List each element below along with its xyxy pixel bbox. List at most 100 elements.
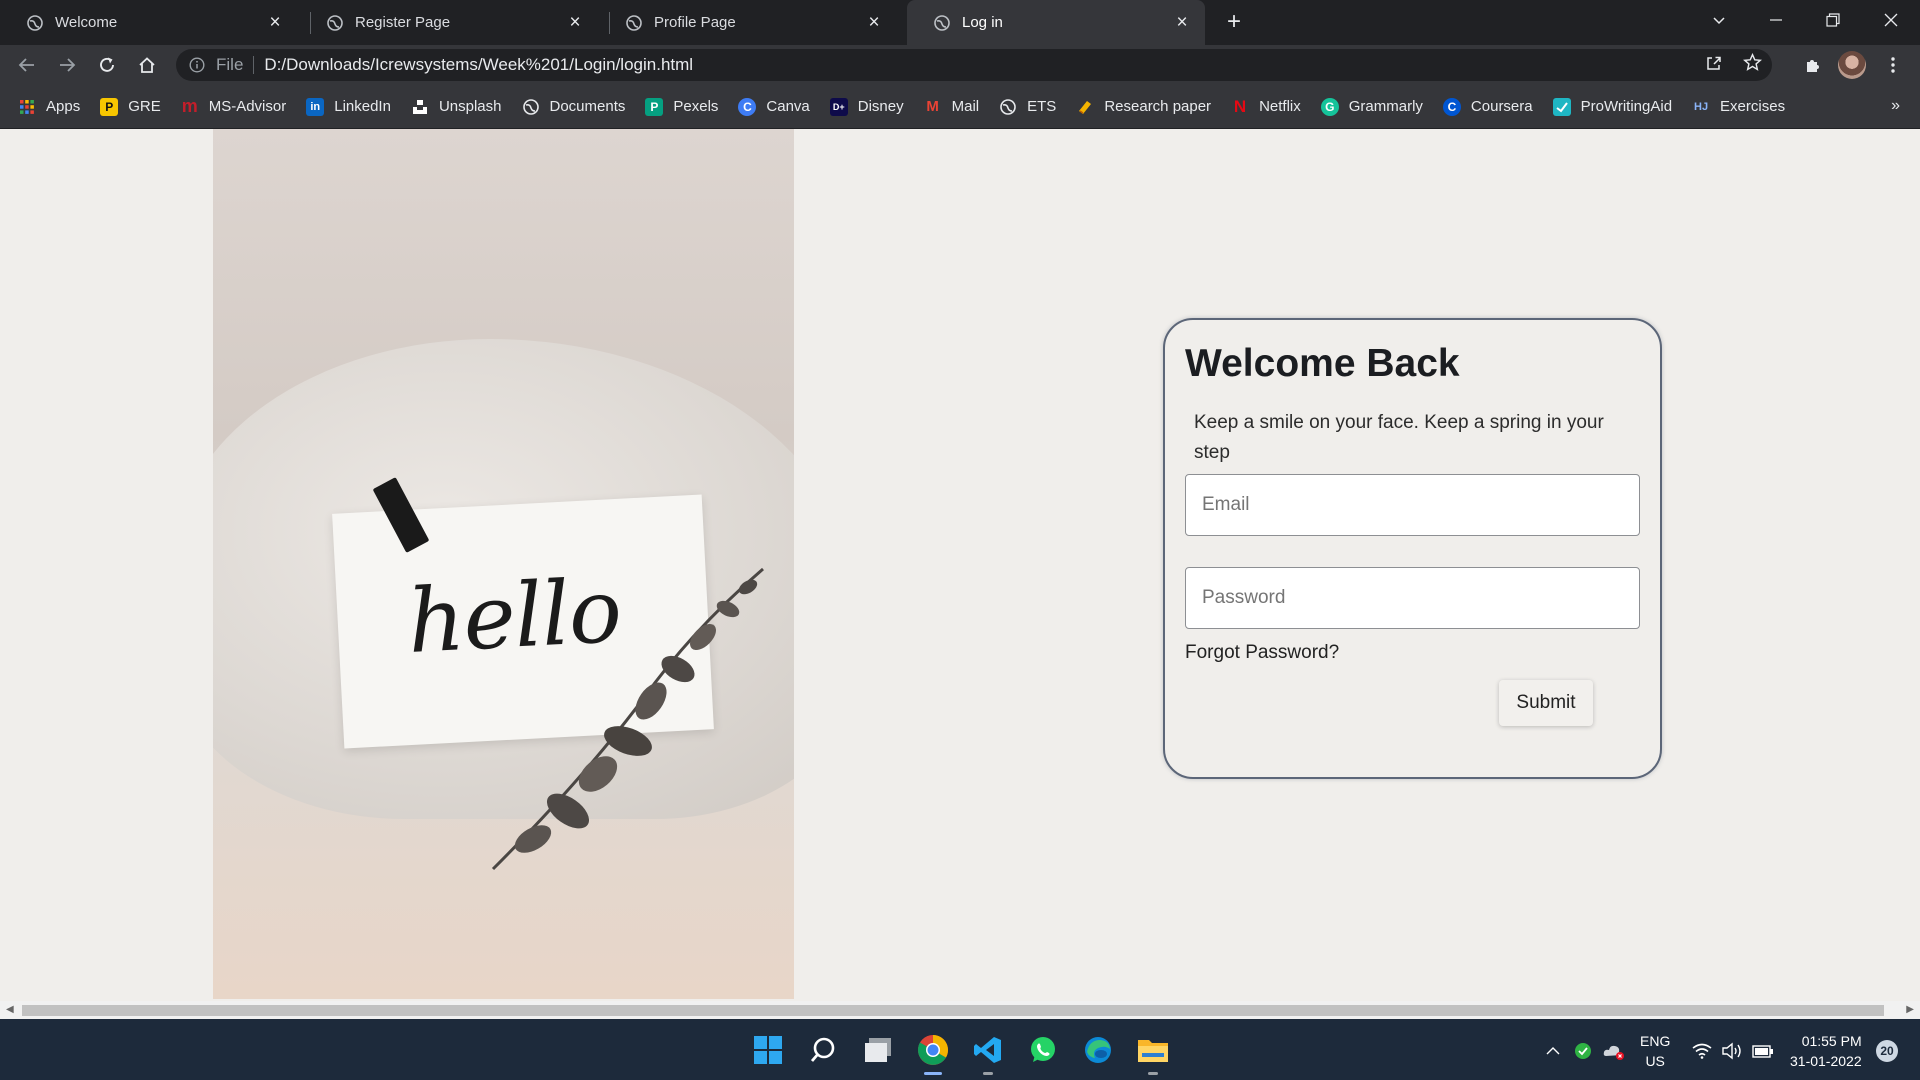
windows-start-icon[interactable]	[749, 1031, 787, 1069]
canva-icon: C	[738, 97, 757, 116]
bookmark-label: Coursera	[1470, 98, 1533, 115]
scroll-left-icon[interactable]: ◀	[6, 1004, 14, 1015]
forgot-password-link[interactable]: Forgot Password?	[1185, 642, 1339, 664]
unsplash-icon	[411, 98, 429, 116]
bookmark-canva[interactable]: C Canva	[738, 97, 810, 116]
prowritingaid-icon	[1552, 97, 1571, 116]
close-icon[interactable]: ×	[562, 10, 588, 36]
close-icon	[1884, 13, 1898, 27]
globe-icon	[522, 98, 540, 116]
close-icon[interactable]: ×	[262, 10, 288, 36]
menu-button[interactable]	[1877, 49, 1909, 81]
back-button[interactable]	[11, 49, 43, 81]
netflix-icon: N	[1233, 96, 1247, 116]
bookmark-pexels[interactable]: P Pexels	[645, 97, 718, 116]
bookmark-unsplash[interactable]: Unsplash	[411, 98, 502, 116]
globe-icon	[27, 14, 43, 31]
whatsapp-icon[interactable]	[1024, 1031, 1062, 1069]
horizontal-scrollbar[interactable]: ◀ ▶	[0, 1001, 1920, 1019]
bookmark-label: Documents	[549, 98, 626, 115]
security-shield-icon[interactable]	[1566, 1032, 1600, 1070]
bookmark-netflix[interactable]: N Netflix	[1231, 96, 1301, 116]
home-button[interactable]	[131, 49, 163, 81]
chrome-icon[interactable]	[914, 1031, 952, 1075]
bookmark-label: Disney	[857, 98, 904, 115]
coursera-icon: C	[1442, 97, 1461, 116]
bookmark-ms-advisor[interactable]: m MS-Advisor	[181, 96, 287, 116]
forward-arrow-icon	[60, 58, 76, 72]
onedrive-error-icon[interactable]	[1597, 1032, 1631, 1070]
search-icon[interactable]	[804, 1031, 842, 1069]
bookmark-exercises[interactable]: HJ Exercises	[1692, 98, 1785, 116]
vscode-icon[interactable]	[969, 1031, 1007, 1075]
bookmark-prowritingaid[interactable]: ProWritingAid	[1552, 97, 1673, 116]
wifi-icon[interactable]	[1685, 1032, 1719, 1070]
scheme-label: File	[216, 55, 244, 74]
extensions-button[interactable]	[1797, 49, 1829, 81]
divider	[253, 56, 255, 74]
tab-label: Profile Page	[654, 14, 736, 31]
bookmark-apps[interactable]: Apps	[18, 98, 80, 116]
scrollbar-thumb[interactable]	[22, 1005, 1884, 1016]
share-icon[interactable]	[1705, 54, 1723, 77]
new-tab-button[interactable]: +	[1219, 7, 1249, 37]
restore-icon	[1826, 13, 1840, 27]
file-explorer-icon[interactable]	[1134, 1031, 1172, 1075]
volume-icon[interactable]	[1715, 1032, 1749, 1070]
globe-icon	[999, 98, 1017, 116]
tab-label: Log in	[962, 14, 1003, 31]
bookmark-coursera[interactable]: C Coursera	[1442, 97, 1533, 116]
browser-toolbar: File D:/Downloads/Icrewsystems/Week%201/…	[0, 45, 1920, 85]
close-window-button[interactable]	[1868, 0, 1914, 40]
chevron-down-icon	[1713, 17, 1725, 25]
login-subtitle: Keep a smile on your face. Keep a spring…	[1194, 412, 1604, 463]
scroll-right-icon[interactable]: ▶	[1906, 1004, 1914, 1015]
email-input[interactable]	[1185, 474, 1640, 536]
bookmark-label: LinkedIn	[334, 98, 391, 115]
task-view-icon[interactable]	[859, 1031, 897, 1069]
bookmark-label: Exercises	[1720, 98, 1786, 115]
close-icon[interactable]: ×	[861, 10, 887, 36]
bookmark-gre[interactable]: P GRE	[100, 97, 161, 116]
login-card: Welcome Back Keep a smile on your face. …	[1163, 318, 1662, 779]
bookmarks-bar: Apps P GRE m MS-Advisor in LinkedIn Unsp…	[0, 85, 1920, 129]
bookmark-research-paper[interactable]: Research paper	[1076, 98, 1211, 116]
tab-log-in[interactable]: Log in ×	[907, 0, 1205, 45]
exercises-icon: HJ	[1694, 100, 1709, 113]
close-icon[interactable]: ×	[1169, 10, 1195, 36]
edge-icon[interactable]	[1079, 1031, 1117, 1069]
avatar[interactable]	[1838, 51, 1866, 79]
more-bookmarks-icon[interactable]: »	[1891, 97, 1900, 115]
bookmark-mail[interactable]: M Mail	[924, 98, 980, 116]
bookmark-grammarly[interactable]: G Grammarly	[1320, 97, 1423, 116]
address-bar[interactable]: File D:/Downloads/Icrewsystems/Week%201/…	[176, 49, 1772, 81]
forward-button[interactable]	[51, 49, 83, 81]
restore-button[interactable]	[1810, 0, 1856, 40]
bookmark-linkedin[interactable]: in LinkedIn	[306, 97, 391, 116]
tab-welcome[interactable]: Welcome ×	[0, 0, 298, 45]
bookmark-label: ProWritingAid	[1580, 98, 1673, 115]
bookmark-documents[interactable]: Documents	[522, 98, 626, 116]
info-icon[interactable]	[188, 56, 206, 74]
language-indicator[interactable]: ENG US	[1640, 1031, 1670, 1071]
bookmark-ets[interactable]: ETS	[999, 98, 1056, 116]
bookmark-disney[interactable]: D+ Disney	[829, 97, 904, 116]
windows-taskbar: ENG US 01:55 PM 31-01-2022 20	[0, 1019, 1920, 1080]
tab-register-page[interactable]: Register Page ×	[300, 0, 598, 45]
reload-button[interactable]	[91, 49, 123, 81]
system-clock[interactable]: 01:55 PM 31-01-2022	[1790, 1031, 1862, 1071]
submit-button[interactable]: Submit	[1499, 680, 1593, 726]
password-input[interactable]	[1185, 567, 1640, 629]
tab-search-button[interactable]	[1696, 0, 1742, 40]
battery-icon[interactable]	[1746, 1032, 1780, 1070]
pexels-icon: P	[645, 97, 664, 116]
url-text[interactable]: D:/Downloads/Icrewsystems/Week%201/Login…	[264, 55, 693, 75]
bookmark-star-icon[interactable]	[1742, 52, 1763, 77]
puzzle-icon	[1807, 60, 1819, 72]
tab-profile-page[interactable]: Profile Page ×	[599, 0, 897, 45]
minimize-button[interactable]	[1753, 0, 1799, 40]
language-code: ENG	[1640, 1033, 1671, 1049]
bookmark-label: Mail	[951, 98, 980, 115]
notification-badge[interactable]: 20	[1876, 1040, 1898, 1062]
clock-date: 31-01-2022	[1790, 1053, 1862, 1069]
